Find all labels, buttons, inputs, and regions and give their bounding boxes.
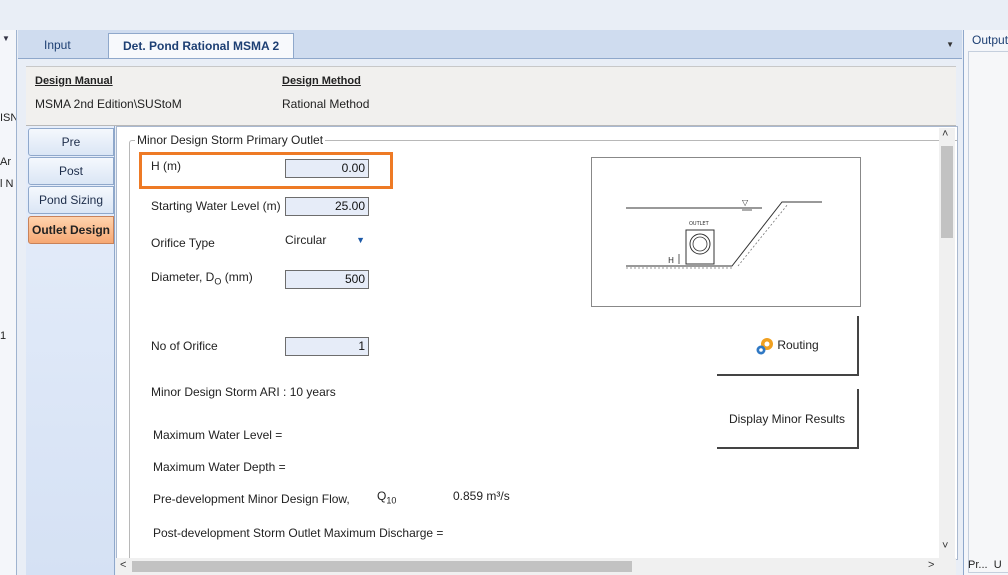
chevron-down-icon[interactable]: ▼ bbox=[2, 34, 10, 43]
design-method-value: Rational Method bbox=[282, 97, 370, 111]
output-panel-tabs[interactable]: Pr... U bbox=[968, 559, 1002, 575]
output-panel: Output Pr... U bbox=[963, 30, 1008, 575]
left-panel-label: 1 bbox=[0, 330, 7, 342]
left-panel: ▼ ISN Ar l N 1 bbox=[0, 30, 17, 575]
left-panel-label: Ar bbox=[0, 156, 11, 168]
ari-text: Minor Design Storm ARI : 10 years bbox=[151, 385, 336, 399]
routing-button[interactable]: Routing bbox=[717, 316, 859, 376]
start-level-input[interactable]: 25.00 bbox=[285, 197, 369, 216]
scroll-down-icon[interactable]: ˅ bbox=[942, 540, 948, 552]
horizontal-scroll-thumb[interactable] bbox=[132, 561, 632, 572]
output-panel-title[interactable]: Output bbox=[968, 33, 1008, 51]
routing-button-label: Routing bbox=[777, 338, 819, 352]
orifice-type-value: Circular bbox=[285, 233, 327, 247]
outlet-diagram-svg: ▽ OUTLET H bbox=[626, 198, 822, 269]
outlet-diagram: ▽ OUTLET H bbox=[591, 157, 861, 307]
outlet-design-panel: Minor Design Storm Primary Outlet H (m) … bbox=[116, 126, 958, 560]
design-method-label: Design Method bbox=[282, 75, 361, 87]
design-header: Design Manual MSMA 2nd Edition\SUStoM De… bbox=[26, 66, 956, 126]
orifice-type-select[interactable]: Circular ▼ bbox=[285, 231, 371, 249]
scroll-right-icon[interactable]: > bbox=[928, 559, 934, 571]
design-manual-label: Design Manual bbox=[35, 75, 113, 87]
num-orifice-input[interactable]: 1 bbox=[285, 337, 369, 356]
side-tab-pond-sizing[interactable]: Pond Sizing bbox=[28, 186, 114, 214]
h-label: H (m) bbox=[151, 159, 181, 173]
chevron-down-icon: ▼ bbox=[356, 235, 365, 245]
window-top-strip bbox=[0, 0, 1008, 30]
scroll-up-icon[interactable]: ˄ bbox=[942, 128, 948, 140]
left-panel-label: l N bbox=[0, 178, 14, 190]
side-tab-post[interactable]: Post bbox=[28, 157, 114, 185]
display-minor-results-label: Display Minor Results bbox=[728, 412, 846, 426]
diameter-label: Diameter, DO (mm) bbox=[151, 270, 253, 287]
tab-input[interactable]: Input bbox=[30, 33, 85, 57]
diagram-h-label: H bbox=[668, 256, 674, 265]
side-tab-strip: Pre Post Pond Sizing Outlet Design bbox=[26, 126, 115, 575]
group-title: Minor Design Storm Primary Outlet bbox=[135, 133, 326, 147]
gear-icon bbox=[755, 336, 774, 355]
diameter-input[interactable]: 500 bbox=[285, 270, 369, 289]
max-water-depth-label: Maximum Water Depth = bbox=[153, 460, 286, 474]
side-tab-outlet-design[interactable]: Outlet Design bbox=[28, 216, 114, 244]
orifice-type-label: Orifice Type bbox=[151, 236, 215, 250]
max-water-level-label: Maximum Water Level = bbox=[153, 428, 283, 442]
h-input[interactable]: 0.00 bbox=[285, 159, 369, 178]
svg-text:▽: ▽ bbox=[742, 198, 749, 207]
side-tab-pre[interactable]: Pre bbox=[28, 128, 114, 156]
scroll-left-icon[interactable]: < bbox=[120, 559, 126, 571]
horizontal-scrollbar[interactable]: < > bbox=[116, 558, 956, 575]
q10-symbol: Q10 bbox=[377, 489, 397, 506]
vertical-scroll-thumb[interactable] bbox=[941, 146, 953, 238]
tab-det-pond-rational[interactable]: Det. Pond Rational MSMA 2 bbox=[108, 33, 295, 58]
vertical-scrollbar[interactable]: ˄ ˅ bbox=[939, 128, 955, 558]
design-manual-value: MSMA 2nd Edition\SUStoM bbox=[35, 97, 182, 111]
tab-dropdown-icon[interactable]: ▼ bbox=[946, 40, 954, 49]
output-panel-body bbox=[968, 51, 1008, 573]
start-level-label: Starting Water Level (m) bbox=[151, 199, 281, 213]
display-minor-results-button[interactable]: Display Minor Results bbox=[717, 389, 859, 449]
pre-dev-flow-label: Pre-development Minor Design Flow, bbox=[153, 492, 350, 506]
diameter-subscript: O bbox=[214, 276, 222, 287]
num-orifice-label: No of Orifice bbox=[151, 339, 218, 353]
document-tab-bar: Input Det. Pond Rational MSMA 2 ▼ bbox=[18, 30, 962, 59]
post-dev-discharge-label: Post-development Storm Outlet Maximum Di… bbox=[153, 526, 444, 540]
diagram-outlet-label: OUTLET bbox=[689, 221, 710, 227]
left-panel-label: ISN bbox=[0, 112, 17, 124]
q10-value: 0.859 m³/s bbox=[453, 489, 510, 503]
